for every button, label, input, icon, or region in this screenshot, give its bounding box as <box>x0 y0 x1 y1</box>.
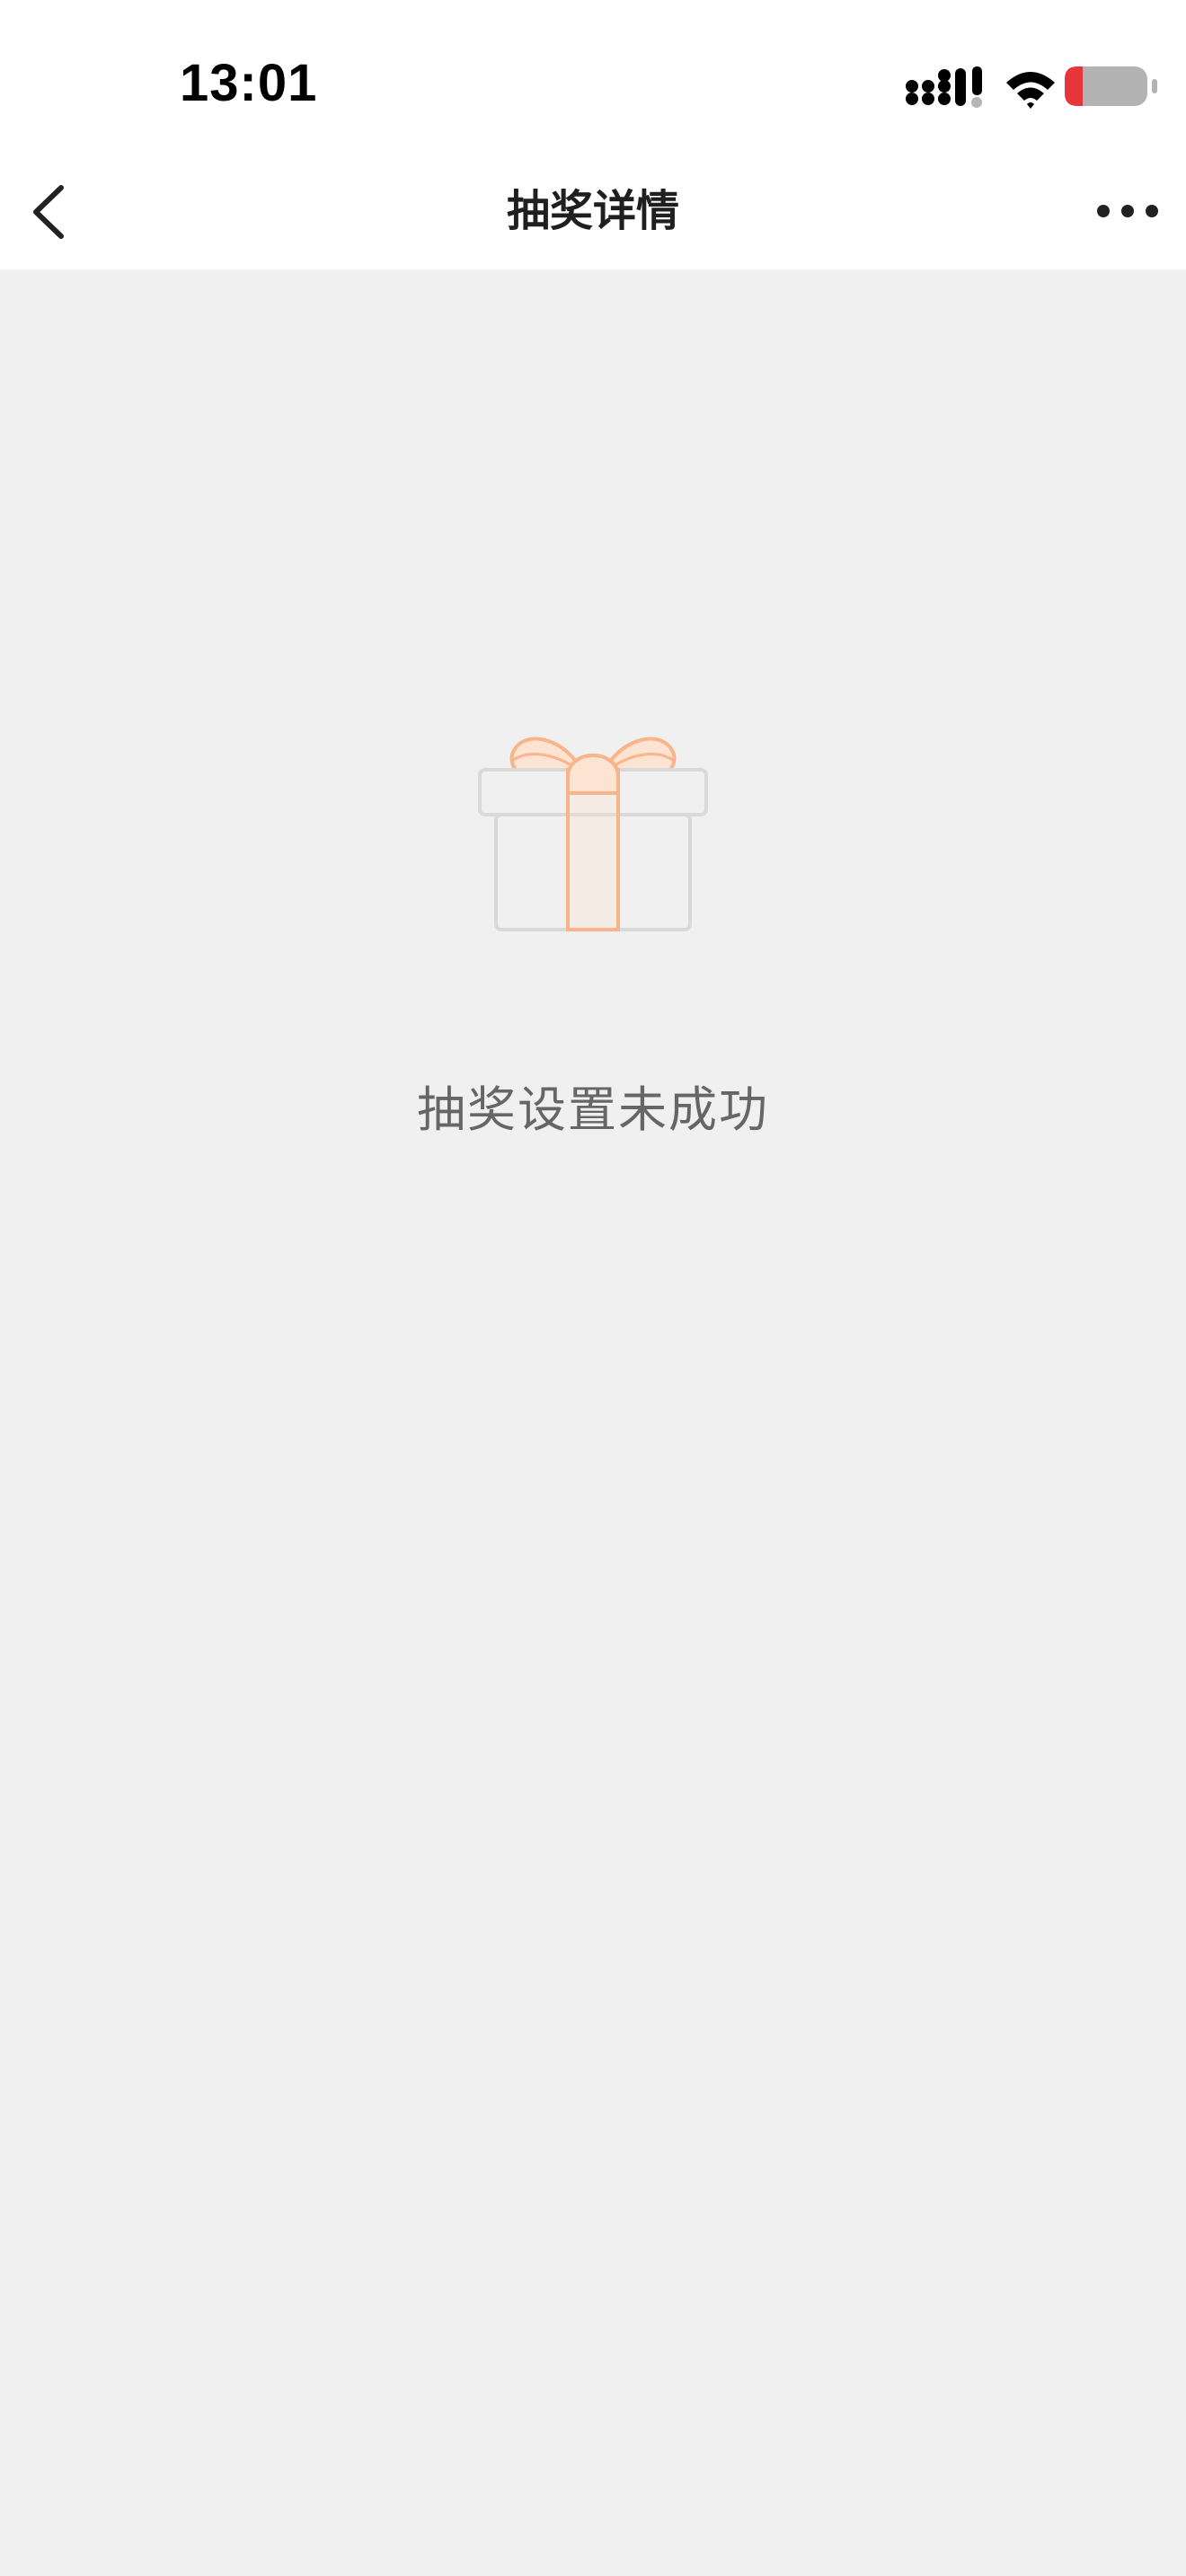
empty-state-message: 抽奖设置未成功 <box>417 1081 769 1138</box>
lottery-detail-screen: 13:01 抽奖详情 抽奖设置未成功 <box>0 0 1186 2576</box>
wifi-icon <box>1006 72 1055 109</box>
status-time: 13:01 <box>180 54 318 112</box>
nav-bar: 抽奖详情 <box>0 153 1186 269</box>
cellular-signal-icon <box>906 66 982 108</box>
more-dots-icon <box>1097 205 1158 217</box>
battery-low-icon <box>1065 66 1157 106</box>
status-icons <box>809 0 1186 153</box>
gift-box-icon <box>478 737 708 931</box>
status-bar: 13:01 <box>0 0 1186 153</box>
page-title: 抽奖详情 <box>506 186 679 236</box>
more-button[interactable] <box>1087 184 1168 238</box>
empty-state: 抽奖设置未成功 <box>0 269 1186 2576</box>
